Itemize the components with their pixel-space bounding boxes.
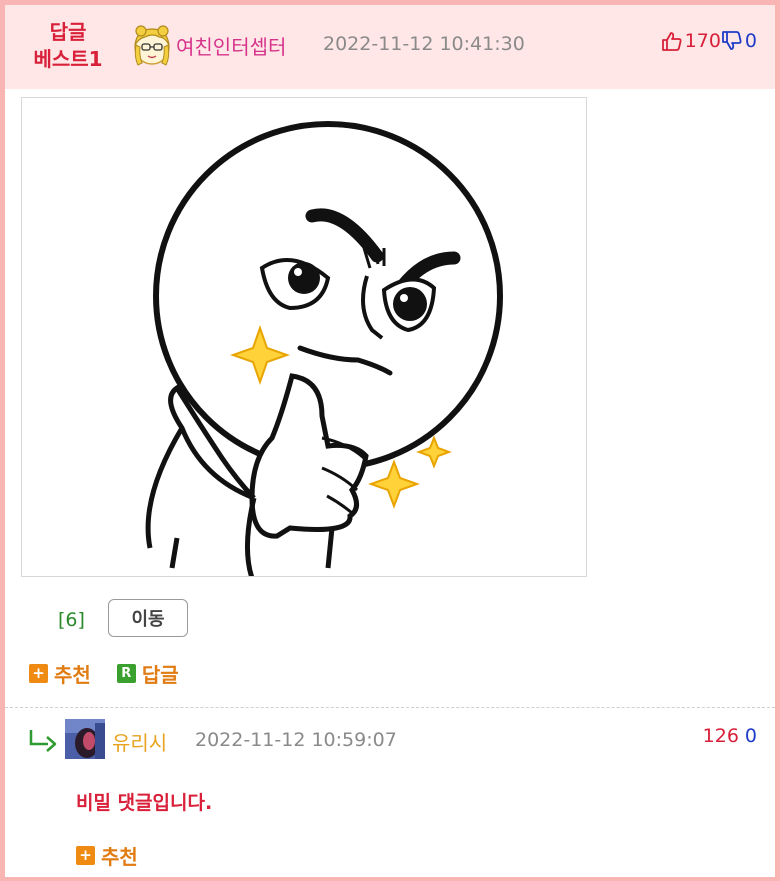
reply-arrow-icon	[29, 730, 57, 752]
recommend-label: 추천	[54, 663, 91, 687]
comment-actions: + 추천	[76, 841, 164, 870]
recommend-button[interactable]: + 추천	[29, 659, 91, 688]
best-reply-header: 답글 베스트1 여친인터셉터 2022-11-12 10:41:30 170 0	[5, 5, 775, 89]
recommend-label: 추천	[101, 845, 138, 869]
thumbs-up-icon[interactable]	[661, 30, 683, 52]
upvote-count: 170	[684, 30, 721, 52]
move-button[interactable]: 이동	[108, 599, 188, 637]
thumbs-up-sticker-icon	[145, 121, 503, 576]
upvote-count: 126	[702, 725, 739, 747]
comment-datetime: 2022-11-12 10:41:30	[323, 33, 525, 55]
plus-icon: +	[76, 846, 95, 865]
reply-icon: R	[116, 664, 136, 683]
comment-actions: + 추천 R 답글	[29, 659, 205, 688]
comment-datetime: 2022-11-12 10:59:07	[195, 729, 397, 751]
best-reply-badge: 답글 베스트1	[26, 19, 110, 73]
thumbs-down-icon[interactable]	[721, 30, 743, 52]
user-avatar-icon[interactable]	[129, 23, 175, 69]
user-avatar-icon[interactable]	[65, 719, 105, 759]
reply-button[interactable]: R 답글	[116, 659, 179, 688]
reply-label: 답글	[141, 663, 179, 687]
vote-counts: 170 0	[661, 30, 757, 52]
vote-counts: 126 0	[703, 725, 757, 747]
best-badge-line1: 답글	[49, 20, 87, 44]
author-nickname[interactable]: 유리시	[112, 727, 167, 756]
plus-icon: +	[29, 664, 48, 683]
secret-comment-text: 비밀 댓글입니다.	[76, 792, 213, 814]
comment-card: 답글 베스트1 여친인터셉터 2022-11-12 10:41:30 170 0…	[0, 0, 780, 881]
recommend-button[interactable]: + 추천	[76, 841, 138, 870]
downvote-count: 0	[744, 725, 757, 747]
best-badge-line2: 베스트1	[33, 47, 103, 71]
downvote-count: 0	[744, 30, 757, 52]
reply-count: [6]	[58, 609, 85, 631]
author-nickname[interactable]: 여친인터셉터	[176, 31, 286, 60]
attached-image[interactable]	[21, 97, 587, 577]
divider	[5, 707, 775, 708]
